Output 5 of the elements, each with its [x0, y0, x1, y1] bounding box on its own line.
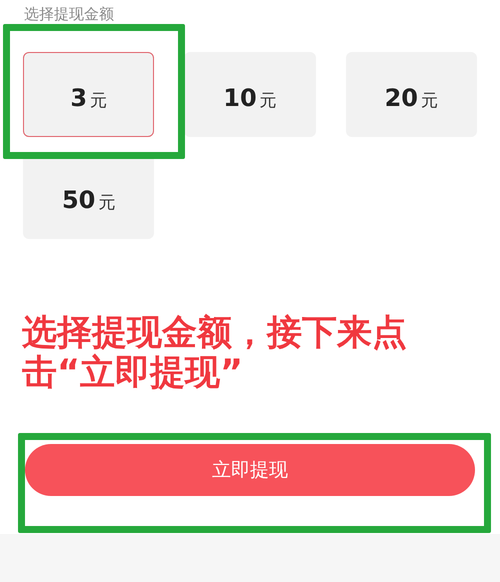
annotation-text: 选择提现金额，接下来点击“立即提现”	[22, 313, 408, 393]
amount-option[interactable]: 10 元	[184, 52, 316, 137]
section-title: 选择提现金额	[24, 5, 114, 23]
amount-option[interactable]: 3 元	[23, 52, 154, 137]
amount-option[interactable]: 20 元	[346, 52, 477, 137]
